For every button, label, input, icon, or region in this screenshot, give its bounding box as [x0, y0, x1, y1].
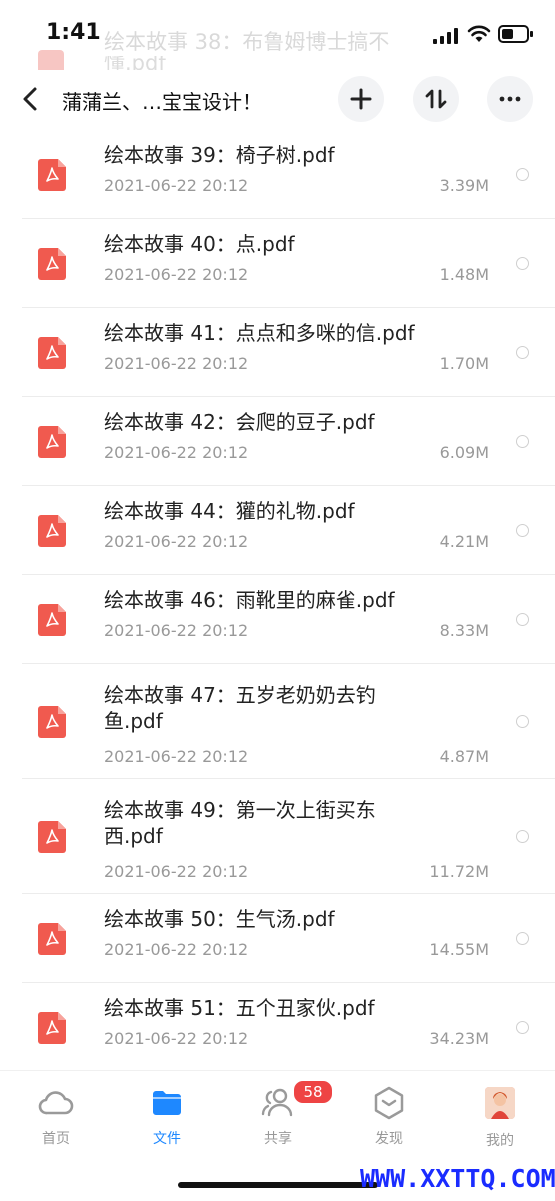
tab-me[interactable]: 我的 — [460, 1085, 540, 1150]
file-size: 8.33M — [439, 621, 489, 640]
page-title: 蒲蒲兰、…宝宝设计！ — [62, 90, 262, 114]
select-radio[interactable] — [516, 256, 529, 270]
select-radio[interactable] — [516, 1020, 529, 1034]
tab-label: 共享 — [264, 1131, 292, 1147]
avatar — [485, 1087, 515, 1119]
select-radio[interactable] — [516, 345, 529, 359]
tab-label: 发现 — [375, 1131, 403, 1147]
back-icon[interactable] — [20, 86, 42, 112]
pdf-icon — [38, 425, 66, 458]
file-name: 绘本故事 50：生气汤.pdf — [104, 907, 335, 931]
file-size: 4.21M — [439, 532, 489, 551]
file-name: 绘本故事 39：椅子树.pdf — [104, 143, 335, 167]
file-name: 绘本故事 41：点点和多咪的信.pdf — [104, 321, 415, 345]
file-size: 1.70M — [439, 354, 489, 373]
tab-discover[interactable]: 发现 — [349, 1085, 429, 1148]
file-row[interactable]: 绘本故事 42：会爬的豆子.pdf 2021-06-22 20:12 6.09M — [22, 397, 555, 486]
sort-button[interactable] — [413, 76, 459, 122]
file-name: 绘本故事 51：五个丑家伙.pdf — [104, 996, 375, 1020]
scrolled-row-title: 绘本故事 38：布鲁姆博士搞不 — [104, 30, 390, 54]
pdf-icon — [38, 922, 66, 955]
tab-files[interactable]: 文件 — [127, 1085, 207, 1148]
pdf-icon — [38, 1011, 66, 1044]
file-row[interactable]: 绘本故事 44：獾的礼物.pdf 2021-06-22 20:12 4.21M — [22, 486, 555, 575]
file-date: 2021-06-22 20:12 — [104, 176, 249, 195]
plus-icon — [350, 88, 372, 110]
file-name: 绘本故事 44：獾的礼物.pdf — [104, 499, 355, 523]
tab-label: 文件 — [153, 1131, 181, 1147]
file-list: 绘本故事 39：椅子树.pdf 2021-06-22 20:12 3.39M 绘本故事… — [0, 130, 555, 1072]
file-row[interactable]: 绘本故事 47：五岁老奶奶去钓鱼.pdf 2021-06-22 20:12 4.87… — [22, 664, 555, 779]
add-button[interactable] — [338, 76, 384, 122]
select-radio[interactable] — [516, 931, 529, 945]
file-name: 绘本故事 49：第一次上街买东西.pdf — [104, 798, 376, 848]
select-radio[interactable] — [516, 523, 529, 537]
select-radio[interactable] — [516, 167, 529, 181]
tab-label: 首页 — [42, 1131, 70, 1147]
more-icon — [499, 96, 521, 102]
pdf-icon — [38, 514, 66, 547]
file-name: 绘本故事 46：雨靴里的麻雀.pdf — [104, 588, 395, 612]
file-date: 2021-06-22 20:12 — [104, 354, 249, 373]
file-size: 6.09M — [439, 443, 489, 462]
file-row[interactable]: 绘本故事 41：点点和多咪的信.pdf 2021-06-22 20:12 1.70M — [22, 308, 555, 397]
people-icon — [261, 1088, 293, 1117]
file-date: 2021-06-22 20:12 — [104, 940, 249, 959]
cloud-icon — [38, 1091, 74, 1115]
file-size: 4.87M — [439, 747, 489, 766]
tab-label: 我的 — [486, 1133, 514, 1149]
scrolled-row-title-2: 懂.pdf — [104, 56, 166, 70]
file-name: 绘本故事 40：点.pdf — [104, 232, 295, 256]
file-date: 2021-06-22 20:12 — [104, 862, 249, 881]
file-size: 14.55M — [429, 940, 489, 959]
file-row[interactable]: 绘本故事 51：五个丑家伙.pdf 2021-06-22 20:12 34.23M — [22, 983, 555, 1072]
file-date: 2021-06-22 20:12 — [104, 621, 249, 640]
more-button[interactable] — [487, 76, 533, 122]
pdf-icon — [38, 247, 66, 280]
pdf-icon — [38, 336, 66, 369]
share-badge: 58 — [292, 1079, 334, 1105]
file-row[interactable]: 绘本故事 50：生气汤.pdf 2021-06-22 20:12 14.55M — [22, 894, 555, 983]
discover-icon — [374, 1086, 404, 1120]
file-row[interactable]: 绘本故事 40：点.pdf 2021-06-22 20:12 1.48M — [22, 219, 555, 308]
signal-icon — [433, 28, 458, 44]
select-radio[interactable] — [516, 829, 529, 843]
status-bar: 绘本故事 38：布鲁姆博士搞不 懂.pdf 1:41 — [0, 0, 555, 70]
select-radio[interactable] — [516, 434, 529, 448]
watermark: WWW.XXTTQ.COM — [360, 1164, 555, 1193]
file-name: 绘本故事 42：会爬的豆子.pdf — [104, 410, 375, 434]
file-size: 11.72M — [429, 862, 489, 881]
nav-header: 蒲蒲兰、…宝宝设计！ — [0, 70, 555, 130]
clock: 1:41 — [46, 20, 101, 45]
folder-icon — [153, 1091, 181, 1115]
file-size: 1.48M — [439, 265, 489, 284]
file-date: 2021-06-22 20:12 — [104, 443, 249, 462]
file-row[interactable]: 绘本故事 39：椅子树.pdf 2021-06-22 20:12 3.39M — [22, 130, 555, 219]
sort-icon — [425, 89, 447, 109]
pdf-icon — [38, 158, 66, 191]
pdf-icon — [38, 705, 66, 738]
tab-home[interactable]: 首页 — [16, 1085, 96, 1148]
file-date: 2021-06-22 20:12 — [104, 532, 249, 551]
file-row[interactable]: 绘本故事 49：第一次上街买东西.pdf 2021-06-22 20:12 11.7… — [22, 779, 555, 894]
file-name: 绘本故事 47：五岁老奶奶去钓鱼.pdf — [104, 683, 376, 733]
pdf-icon — [38, 50, 64, 70]
wifi-icon — [467, 25, 491, 42]
file-date: 2021-06-22 20:12 — [104, 747, 249, 766]
battery-icon — [498, 25, 533, 43]
home-indicator — [178, 1182, 378, 1188]
file-row[interactable]: 绘本故事 46：雨靴里的麻雀.pdf 2021-06-22 20:12 8.33M — [22, 575, 555, 664]
file-date: 2021-06-22 20:12 — [104, 265, 249, 284]
select-radio[interactable] — [516, 612, 529, 626]
file-size: 3.39M — [439, 176, 489, 195]
select-radio[interactable] — [516, 714, 529, 728]
file-size: 34.23M — [429, 1029, 489, 1048]
pdf-icon — [38, 820, 66, 853]
file-date: 2021-06-22 20:12 — [104, 1029, 249, 1048]
pdf-icon — [38, 603, 66, 636]
